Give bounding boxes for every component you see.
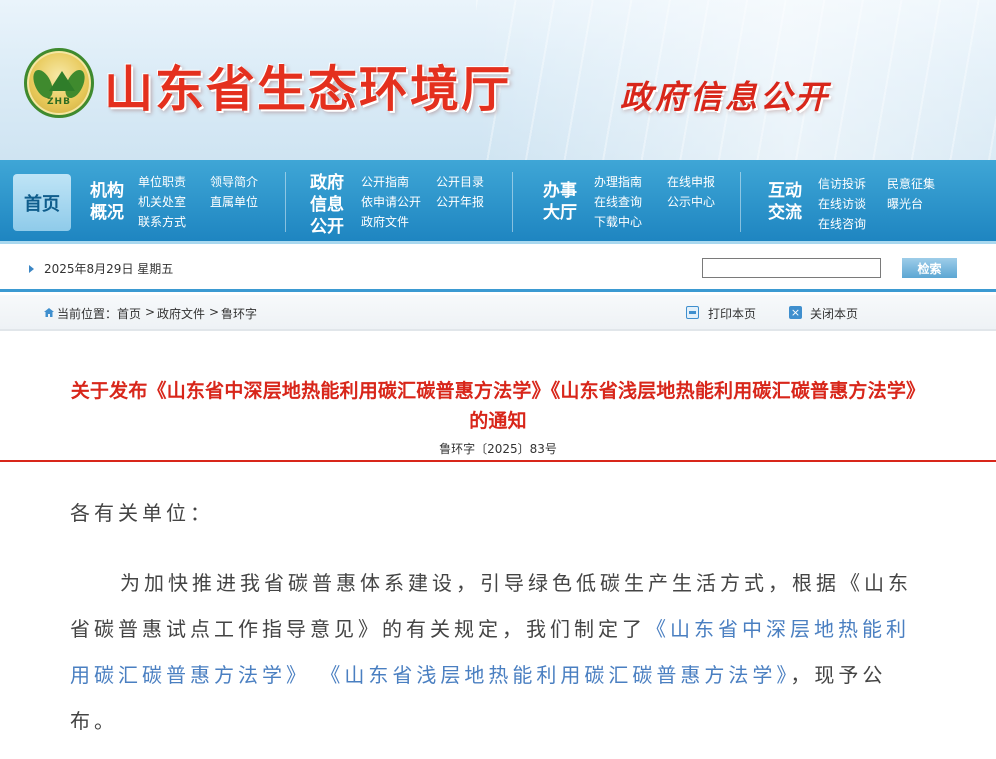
breadcrumb-home[interactable]: 首页 <box>117 305 141 322</box>
article-title-line2: 的通知 <box>469 410 527 432</box>
home-icon <box>44 308 54 317</box>
breadcrumb-separator: > <box>145 305 156 319</box>
nav-group-title-interaction[interactable]: 互动 交流 <box>768 180 802 224</box>
link-gap <box>310 663 320 687</box>
close-icon[interactable]: × <box>789 306 802 319</box>
nav-divider <box>512 172 513 232</box>
article-title: 关于发布《山东省中深层地热能利用碳汇碳普惠方法学》《山东省浅层地热能利用碳汇碳普… <box>0 376 996 436</box>
nav-link-public-opinion[interactable]: 民意征集 <box>887 176 935 192</box>
site-logo-icon[interactable]: ZHB <box>24 48 94 118</box>
nav-link-catalog[interactable]: 公开目录 <box>436 174 484 190</box>
nav-divider <box>285 172 286 232</box>
nav-link-gov-docs[interactable]: 政府文件 <box>361 214 409 230</box>
date-search-bar: 2025年8月29日 星期五 检索 <box>0 246 996 292</box>
print-page-link[interactable]: 打印本页 <box>708 305 756 322</box>
document-number: 鲁环字〔2025〕83号 <box>439 442 557 456</box>
body-paragraph: 为加快推进我省碳普惠体系建设，引导绿色低碳生产生活方式，根据《山东省碳普惠试点工… <box>70 560 930 744</box>
search-button[interactable]: 检索 <box>902 258 957 278</box>
nav-link-online-apply[interactable]: 在线申报 <box>667 174 715 190</box>
nav-link-online-interview[interactable]: 在线访谈 <box>818 196 866 212</box>
nav-bottom-line <box>0 241 996 244</box>
triangle-bullet-icon <box>29 265 34 273</box>
nav-link-online-query[interactable]: 在线查询 <box>594 194 642 210</box>
nav-group-title-services[interactable]: 办事 大厅 <box>543 180 577 224</box>
nav-divider <box>740 172 741 232</box>
nav-link-service-guide[interactable]: 办理指南 <box>594 174 642 190</box>
site-title[interactable]: 山东省生态环境厅 <box>104 50 512 121</box>
nav-link-exposure[interactable]: 曝光台 <box>887 196 923 212</box>
breadcrumb-separator: > <box>209 305 220 319</box>
nav-link-on-request[interactable]: 依申请公开 <box>361 194 421 210</box>
nav-link-leaders[interactable]: 领导简介 <box>210 174 258 190</box>
main-nav: 首页 机构 概况 单位职责 领导简介 机关处室 直属单位 联系方式 政府 信息 … <box>0 160 996 244</box>
nav-link-annual-report[interactable]: 公开年报 <box>436 194 484 210</box>
methodology-link-shallow[interactable]: 《山东省浅层地热能利用碳汇碳普惠方法学》 <box>320 663 790 687</box>
breadcrumb-current[interactable]: 鲁环字 <box>221 305 257 322</box>
nav-group-title-disclosure[interactable]: 政府 信息 公开 <box>310 172 344 238</box>
nav-link-download-center[interactable]: 下载中心 <box>594 214 642 230</box>
header-banner: ZHB 山东省生态环境厅 政府信息公开 <box>0 0 996 160</box>
search-input[interactable] <box>702 258 881 278</box>
nav-home-button[interactable]: 首页 <box>13 174 71 231</box>
article-title-line1: 关于发布《山东省中深层地热能利用碳汇碳普惠方法学》《山东省浅层地热能利用碳汇碳普… <box>70 380 926 402</box>
logo-text: ZHB <box>47 97 71 107</box>
nav-link-affiliates[interactable]: 直属单位 <box>210 194 258 210</box>
nav-link-contact[interactable]: 联系方式 <box>138 214 186 230</box>
salutation: 各有关单位： <box>70 501 214 525</box>
nav-link-guide[interactable]: 公开指南 <box>361 174 409 190</box>
nav-link-departments[interactable]: 机关处室 <box>138 194 186 210</box>
nav-link-online-consult[interactable]: 在线咨询 <box>818 216 866 232</box>
title-divider <box>0 460 996 462</box>
breadcrumb: 当前位置： 首页 > 政府文件 > 鲁环字 打印本页 × 关闭本页 <box>0 295 996 331</box>
current-date: 2025年8月29日 星期五 <box>44 262 174 276</box>
section-title: 政府信息公开 <box>620 78 831 116</box>
nav-group-title-org[interactable]: 机构 概况 <box>90 180 124 224</box>
close-page-link[interactable]: 关闭本页 <box>810 305 858 322</box>
nav-link-complaints[interactable]: 信访投诉 <box>818 176 866 192</box>
nav-link-duties[interactable]: 单位职责 <box>138 174 186 190</box>
print-icon[interactable] <box>686 306 699 319</box>
breadcrumb-prefix: 当前位置： <box>57 307 118 321</box>
breadcrumb-gov-docs[interactable]: 政府文件 <box>157 305 205 322</box>
nav-link-notice-center[interactable]: 公示中心 <box>667 194 715 210</box>
